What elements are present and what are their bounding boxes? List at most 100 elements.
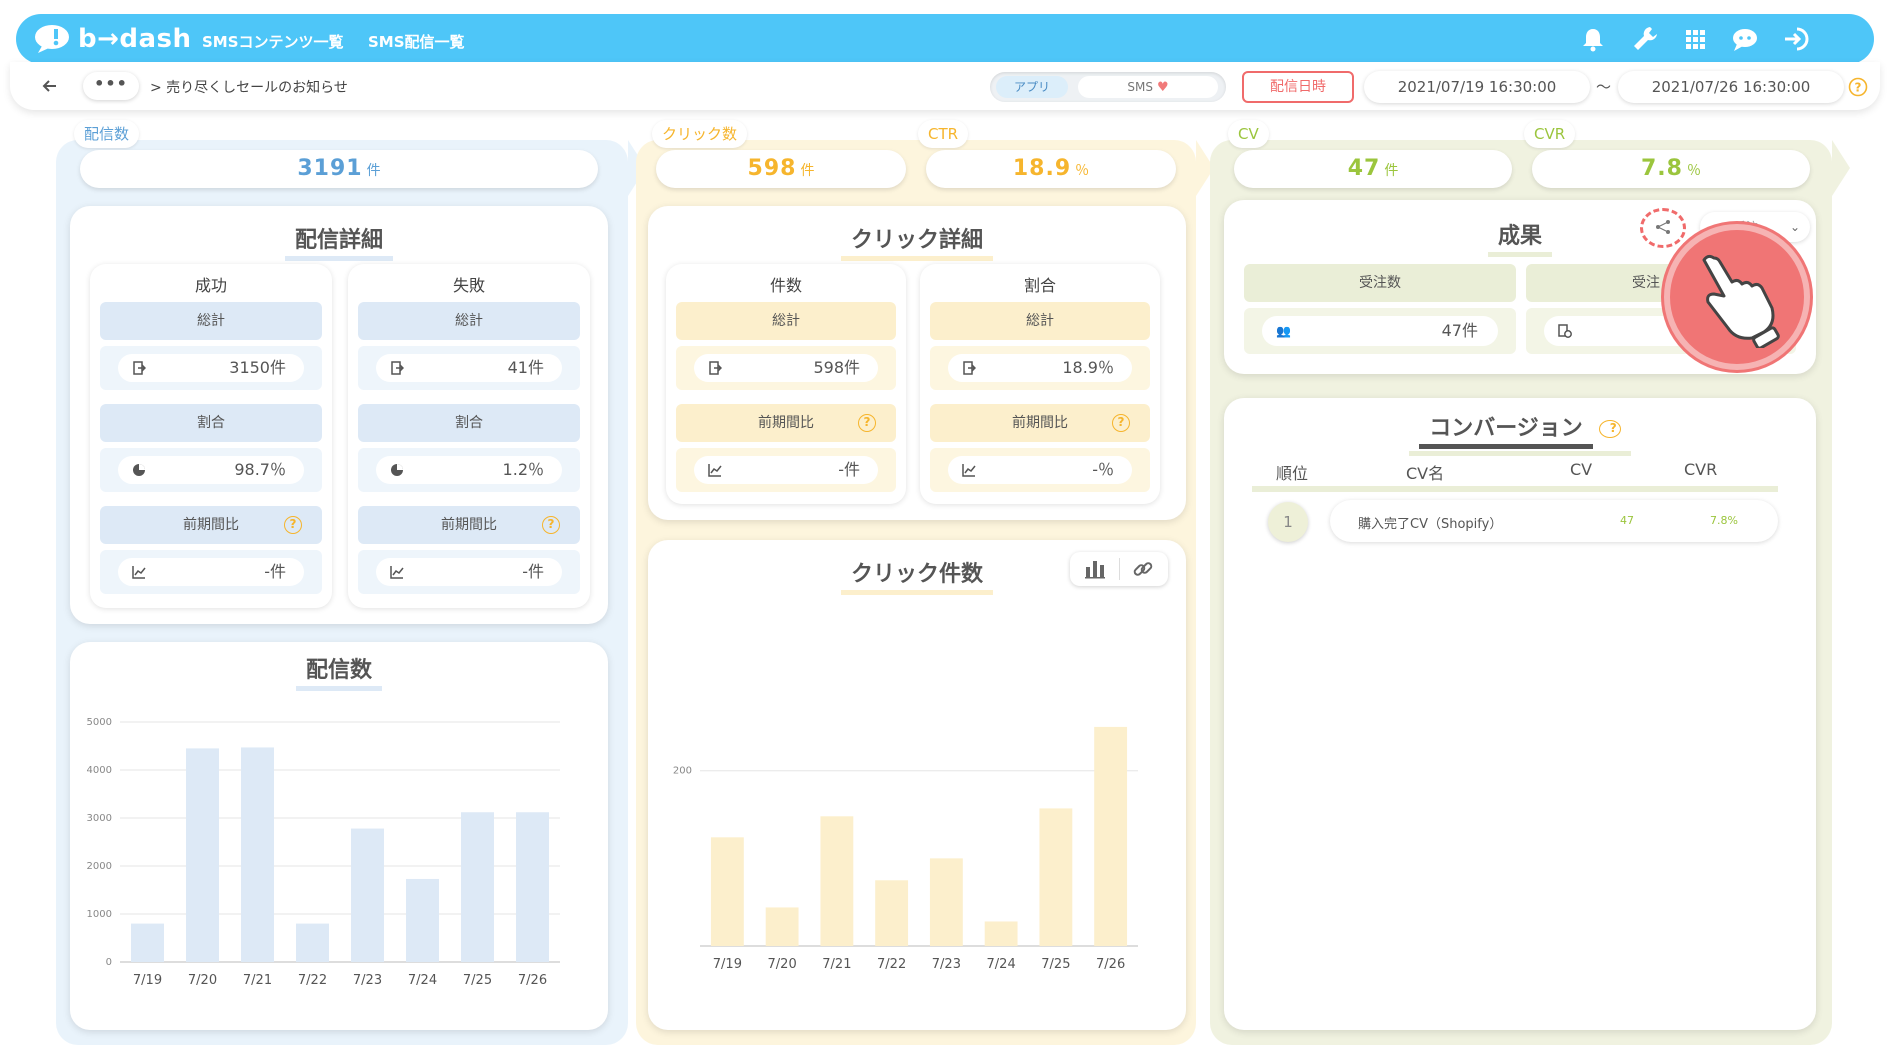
chevron-down-icon: ⌄ [1789, 220, 1800, 234]
click-count-tag: クリック数 [652, 120, 748, 148]
click-count-unit: 件 [800, 163, 815, 179]
success-block: 成功 総計 3150件 割合 98.7％ 前期間比? -件 [90, 264, 332, 608]
click-ratio-prev-help-icon[interactable]: ? [1112, 414, 1130, 432]
success-prev-help-icon[interactable]: ? [284, 516, 302, 534]
trend-icon [962, 464, 976, 477]
bar [131, 923, 164, 962]
date-type-button[interactable]: 配信日時 [1242, 71, 1354, 103]
bar [875, 880, 909, 946]
click-ratio-title: 割合 [1023, 276, 1056, 295]
conversion-panel-arrow [1832, 140, 1850, 196]
nav-sms-contents[interactable]: SMSコンテンツ一覧 [202, 31, 344, 52]
bar [461, 812, 494, 962]
x-tick-label: 7/23 [353, 973, 382, 988]
bar [516, 812, 549, 962]
x-tick-label: 7/24 [408, 973, 437, 988]
link-icon[interactable] [1132, 558, 1154, 580]
conversion-table-title: コンバージョン? [1224, 410, 1816, 456]
users-icon: 👥 [1276, 324, 1291, 338]
click-count-value: 598 [747, 156, 797, 181]
sms-heart-icon: ♥ [1156, 80, 1169, 95]
click-prev-row: -件 [676, 448, 896, 492]
click-prev-label: 前期間比? [676, 404, 896, 442]
pointing-hand-icon [1702, 254, 1780, 348]
trend-icon [708, 464, 722, 477]
conversion-help-icon[interactable]: ? [1598, 420, 1621, 438]
click-ratio-prev-value: -％ [948, 456, 1132, 484]
click-count-stat: 598 件 [656, 150, 906, 188]
col-rank: 順位 [1276, 464, 1309, 483]
delivery-chart-title: 配信数 [70, 652, 608, 691]
bell-icon[interactable] [1578, 24, 1608, 54]
click-ratio-prev-row: -％ [930, 448, 1150, 492]
ctr-tag: CTR [918, 120, 969, 148]
grid-icon[interactable] [1680, 24, 1710, 54]
click-total-row: 598件 [676, 346, 896, 390]
send-icon [709, 361, 722, 375]
cv-cell: 47 [1620, 514, 1634, 527]
logo[interactable]: b→dash [34, 23, 192, 55]
back-arrow-icon[interactable] [38, 74, 62, 98]
bar [765, 907, 799, 946]
toolbox-separator [1119, 558, 1120, 580]
x-tick-label: 7/26 [1096, 957, 1125, 972]
x-tick-label: 7/26 [518, 973, 547, 988]
ctr-stat: 18.9 ％ [926, 150, 1176, 188]
channel-toggle[interactable]: アプリ SMS ♥ [990, 72, 1226, 102]
date-to-field[interactable]: 2021/07/26 16:30:00 [1618, 71, 1844, 103]
ctr-unit: ％ [1075, 163, 1090, 179]
more-button[interactable]: ••• [83, 72, 139, 100]
x-tick-label: 7/25 [463, 973, 492, 988]
x-tick-label: 7/21 [243, 973, 272, 988]
click-ratio-total-label: 総計 [930, 302, 1150, 340]
y-tick-label: 2000 [87, 861, 112, 872]
rank-badge: 1 [1268, 502, 1308, 542]
toggle-app[interactable]: アプリ [996, 76, 1068, 98]
delivery-detail-card: 配信詳細 成功 総計 3150件 割合 98.7％ 前期間比? -件 失敗 総計… [70, 206, 608, 624]
share-icon[interactable] [1654, 218, 1672, 236]
delivery-detail-title: 配信詳細 [70, 222, 608, 261]
pie-icon [133, 464, 145, 476]
click-count-block: 件数 総計 598件 前期間比? -件 [666, 264, 906, 504]
toggle-sms[interactable]: SMS ♥ [1078, 76, 1218, 98]
failure-block: 失敗 総計 41件 割合 1.2％ 前期間比? -件 [348, 264, 590, 608]
success-ratio-value: 98.7％ [118, 456, 304, 484]
click-ratio-total-value: 18.9％ [948, 354, 1132, 382]
receipt-icon [1558, 324, 1572, 338]
cvr-tag: CVR [1524, 120, 1576, 148]
logo-bubble-icon [35, 25, 69, 53]
trend-icon [132, 566, 146, 579]
bar [820, 816, 854, 946]
click-detail-title: クリック詳細 [648, 222, 1186, 261]
nav-sms-deliveries[interactable]: SMS配信一覧 [368, 31, 465, 52]
bar [186, 748, 219, 962]
bar [710, 837, 744, 946]
bar [1039, 808, 1073, 946]
failure-prev-help-icon[interactable]: ? [542, 516, 560, 534]
success-ratio-label: 割合 [100, 404, 322, 442]
bar [351, 828, 384, 962]
click-prev-help-icon[interactable]: ? [858, 414, 876, 432]
bar-chart-icon[interactable] [1084, 559, 1106, 579]
click-chart-card: クリック件数 200 7/19 7/20 7/21 7/22 7/23 7/24 7/25 7/… [648, 540, 1186, 1030]
date-from-field[interactable]: 2021/07/19 16:30:00 [1364, 71, 1590, 103]
success-prev-row: -件 [100, 550, 322, 594]
tap-indicator [1664, 224, 1810, 370]
click-count-title: 件数 [769, 276, 802, 295]
date-range-separator: 〜 [1596, 78, 1612, 96]
failure-ratio-row: 1.2％ [358, 448, 580, 492]
click-prev-value: -件 [694, 456, 878, 484]
trend-icon [390, 566, 404, 579]
table-row[interactable]: 購入完了CV（Shopify） 47 7.8% [1330, 500, 1778, 542]
logout-icon[interactable] [1782, 24, 1812, 54]
x-tick-label: 7/19 [713, 957, 742, 972]
y-tick-label: 200 [673, 766, 692, 777]
bar [984, 921, 1018, 946]
chat-icon[interactable] [1730, 24, 1760, 54]
x-tick-label: 7/22 [877, 957, 906, 972]
success-prev-value: -件 [118, 558, 304, 586]
help-icon[interactable]: ? [1848, 77, 1868, 97]
ctr-value: 18.9 [1012, 156, 1072, 181]
success-title: 成功 [194, 276, 227, 295]
wrench-icon[interactable] [1630, 24, 1660, 54]
